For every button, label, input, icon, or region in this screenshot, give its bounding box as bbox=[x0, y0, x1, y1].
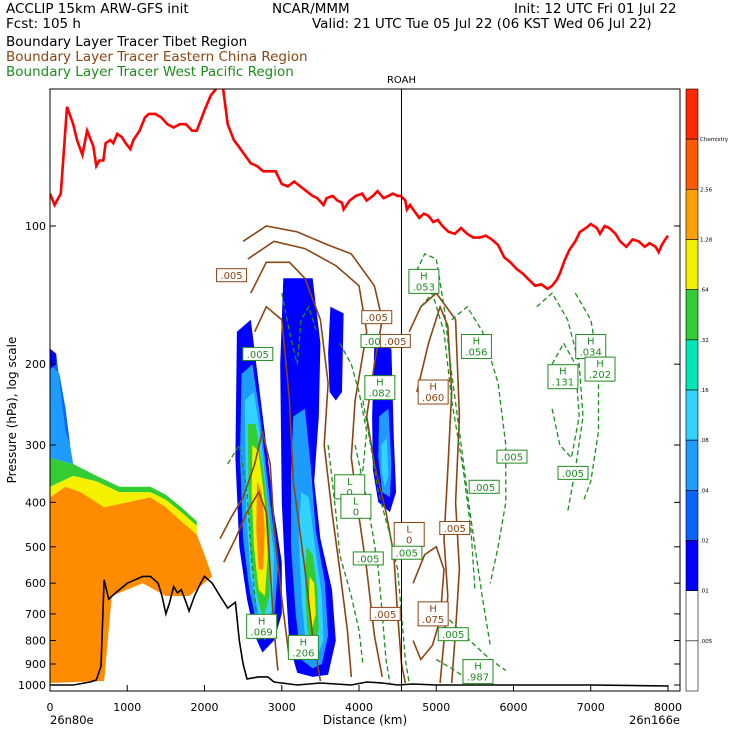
contour-label-value: .202 bbox=[589, 370, 611, 381]
contour-label-value: .069 bbox=[251, 627, 273, 638]
x-tick-label: 3000 bbox=[268, 701, 296, 714]
colorbar-label: .16 bbox=[700, 388, 709, 394]
colorbar-label: Chemistry bbox=[700, 137, 729, 143]
contour-label-value: .206 bbox=[292, 648, 314, 659]
colorbar-label: .32 bbox=[700, 338, 709, 344]
contour-label-value: .005 bbox=[444, 524, 466, 535]
y-tick-label: 1000 bbox=[18, 679, 46, 692]
colorbar-swatch bbox=[685, 289, 699, 341]
colorbar-swatch bbox=[685, 189, 699, 240]
terrain-line bbox=[50, 575, 669, 687]
colorbar-swatch bbox=[685, 389, 699, 441]
x-end-label: 26n166e bbox=[629, 713, 680, 727]
colorbar-label: .02 bbox=[700, 539, 709, 545]
colorbar-label: .08 bbox=[700, 438, 709, 444]
contour-label-value: 0 bbox=[406, 535, 412, 546]
contour-extremum-marker: H bbox=[559, 367, 567, 378]
colorbar-swatch bbox=[685, 640, 699, 692]
contour-label-value: .005 bbox=[473, 483, 495, 494]
colorbar-swatch bbox=[685, 138, 699, 190]
contour-label-value: .056 bbox=[465, 347, 487, 358]
y-tick-label: 800 bbox=[25, 635, 46, 648]
colorbar-label: 2.56 bbox=[700, 187, 713, 193]
colorbar-swatch bbox=[685, 540, 699, 591]
contour-label-value: .005 bbox=[220, 271, 242, 282]
colorbar-swatch bbox=[685, 590, 699, 642]
contour-extremum-marker: L bbox=[406, 524, 412, 535]
contour-extremum-marker: H bbox=[474, 662, 482, 673]
contour-label-value: 0 bbox=[353, 507, 359, 518]
x-tick-label: 7000 bbox=[577, 701, 605, 714]
tracer-contour-6 bbox=[416, 304, 453, 684]
contour-label-value: .005 bbox=[501, 453, 523, 464]
contour-extremum-marker: H bbox=[429, 604, 437, 615]
contour-label-value: .053 bbox=[413, 282, 435, 293]
tracer-shade-3 bbox=[50, 364, 74, 464]
y-tick-label: 500 bbox=[25, 541, 46, 554]
contour-label-value: .131 bbox=[552, 378, 574, 389]
colorbar-label: .005 bbox=[700, 639, 713, 645]
x-tick-label: 6000 bbox=[500, 701, 528, 714]
colorbar-label: 1.28 bbox=[700, 238, 713, 244]
contour-label-value: .082 bbox=[369, 389, 391, 400]
contour-extremum-marker: H bbox=[258, 616, 266, 627]
contour-label-value: .075 bbox=[422, 615, 444, 626]
cross-section-chart: ROAH0 1000 2000 3000 4000 5000 6000 7000 8000Dis… bbox=[5, 75, 729, 727]
tracer-contour-22 bbox=[339, 342, 368, 482]
colorbar-label: .04 bbox=[700, 488, 709, 494]
contour-extremum-marker: H bbox=[473, 336, 481, 347]
y-tick-label: 600 bbox=[25, 577, 46, 590]
y-tick-label: 400 bbox=[25, 496, 46, 509]
contour-extremum-marker: H bbox=[596, 359, 604, 370]
y-tick-label: 300 bbox=[25, 439, 46, 452]
contour-extremum-marker: H bbox=[300, 637, 308, 648]
contour-label-value: .005 bbox=[384, 337, 406, 348]
contour-label-value: .005 bbox=[374, 610, 396, 621]
contour-extremum-marker: L bbox=[347, 477, 353, 488]
tracer-contour-16 bbox=[551, 341, 580, 460]
y-axis-label: Pressure (hPa), log scale bbox=[5, 337, 19, 484]
contour-extremum-marker: H bbox=[429, 382, 437, 393]
tropopause-line bbox=[50, 89, 670, 291]
colorbar-swatch bbox=[685, 490, 699, 541]
tracer-shade-17 bbox=[328, 306, 344, 401]
contour-extremum-marker: H bbox=[376, 378, 384, 389]
y-tick-label: 200 bbox=[25, 358, 46, 371]
y-tick-label: 100 bbox=[25, 220, 46, 233]
contour-extremum-marker: H bbox=[587, 336, 595, 347]
x-tick-label: 5000 bbox=[422, 701, 450, 714]
colorbar-swatch bbox=[685, 88, 699, 140]
contour-label-value: .005 bbox=[442, 630, 464, 641]
roah-marker-label: ROAH bbox=[387, 75, 416, 86]
colorbar-label: .01 bbox=[700, 589, 709, 595]
contour-label-value: .005 bbox=[396, 549, 418, 560]
y-tick-label: 900 bbox=[25, 658, 46, 671]
contour-label-value: .005 bbox=[366, 313, 388, 324]
contour-extremum-marker: H bbox=[420, 271, 428, 282]
contour-label-value: .005 bbox=[357, 554, 379, 565]
colorbar-swatch bbox=[685, 239, 699, 290]
contour-label-value: .060 bbox=[422, 393, 444, 404]
contour-label-value: .005 bbox=[247, 350, 269, 361]
colorbar-label: .64 bbox=[700, 288, 709, 294]
x-start-label: 26n80e bbox=[50, 713, 94, 727]
contour-label-value: .987 bbox=[467, 673, 489, 684]
x-tick-label: 1000 bbox=[113, 701, 141, 714]
colorbar-swatch bbox=[685, 439, 699, 491]
x-axis-label: Distance (km) bbox=[323, 713, 407, 727]
tracer-contour-12 bbox=[412, 253, 491, 646]
contour-label-value: .005 bbox=[562, 469, 584, 480]
x-tick-label: 2000 bbox=[191, 701, 219, 714]
colorbar-swatch bbox=[685, 339, 699, 391]
y-tick-label: 700 bbox=[25, 608, 46, 621]
contour-extremum-marker: L bbox=[353, 496, 359, 507]
